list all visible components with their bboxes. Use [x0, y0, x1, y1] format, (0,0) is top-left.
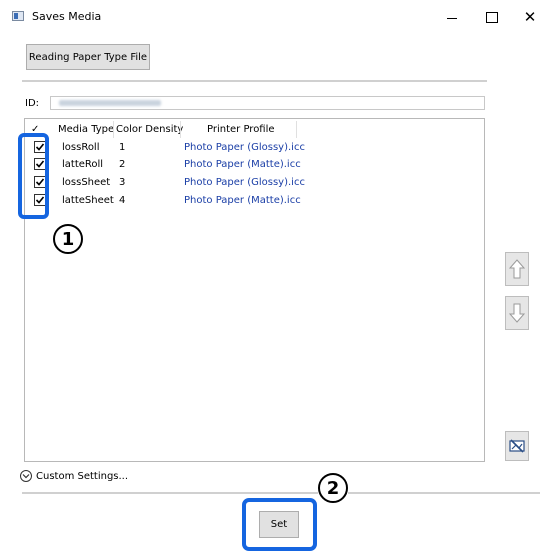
- delete-image-icon: [509, 439, 525, 453]
- reading-paper-type-file-label: Reading Paper Type File: [28, 51, 148, 63]
- maximize-icon: [486, 11, 498, 23]
- minimize-button[interactable]: [434, 5, 470, 29]
- printer-profile-cell: Photo Paper (Matte).icc: [184, 159, 301, 170]
- close-icon: ✕: [523, 8, 537, 26]
- callout-1: 1: [53, 224, 83, 254]
- header-divider: [296, 121, 297, 138]
- header-divider: [113, 121, 114, 138]
- media-type-cell: lossRoll: [62, 142, 100, 153]
- bottom-divider-left: [22, 492, 318, 494]
- custom-settings-toggle[interactable]: Custom Settings...: [20, 470, 128, 482]
- delete-button[interactable]: [505, 431, 529, 461]
- window-title: Saves Media: [32, 10, 102, 23]
- move-down-button[interactable]: [505, 296, 529, 330]
- header-divider: [180, 121, 181, 138]
- header-printer-profile: Printer Profile: [207, 124, 275, 135]
- chevron-down-icon: [20, 470, 32, 482]
- printer-profile-cell: Photo Paper (Glossy).icc: [184, 177, 305, 188]
- bottom-divider-right: [348, 492, 540, 494]
- media-type-cell: latteSheet: [62, 195, 114, 206]
- header-media-type: Media Type: [58, 124, 115, 135]
- color-density-cell: 3: [119, 177, 126, 188]
- color-density-cell: 2: [119, 159, 126, 170]
- header-color-density: Color Density: [116, 124, 184, 135]
- checkbox-highlight: [18, 133, 49, 219]
- close-button[interactable]: ✕: [512, 5, 548, 29]
- printer-profile-cell: Photo Paper (Matte).icc: [184, 195, 301, 206]
- top-divider: [22, 80, 487, 82]
- maximize-button[interactable]: [474, 5, 510, 29]
- media-list[interactable]: ✓ Media Type Color Density Printer Profi…: [24, 118, 485, 462]
- media-type-cell: latteRoll: [62, 159, 104, 170]
- arrow-up-icon: [508, 259, 526, 279]
- id-label: ID:: [25, 98, 40, 109]
- move-up-button[interactable]: [505, 252, 529, 286]
- id-field[interactable]: [50, 96, 485, 110]
- id-value-obscured: [59, 100, 161, 106]
- color-density-cell: 1: [119, 142, 126, 153]
- color-density-cell: 4: [119, 195, 126, 206]
- custom-settings-label: Custom Settings...: [36, 470, 129, 482]
- callout-2: 2: [318, 473, 348, 503]
- minimize-icon: [447, 17, 457, 19]
- printer-profile-cell: Photo Paper (Glossy).icc: [184, 142, 305, 153]
- media-type-cell: lossSheet: [62, 177, 111, 188]
- reading-paper-type-file-button[interactable]: Reading Paper Type File: [26, 44, 150, 70]
- set-button-highlight: [242, 498, 317, 551]
- app-icon: [12, 11, 24, 21]
- arrow-down-icon: [508, 303, 526, 323]
